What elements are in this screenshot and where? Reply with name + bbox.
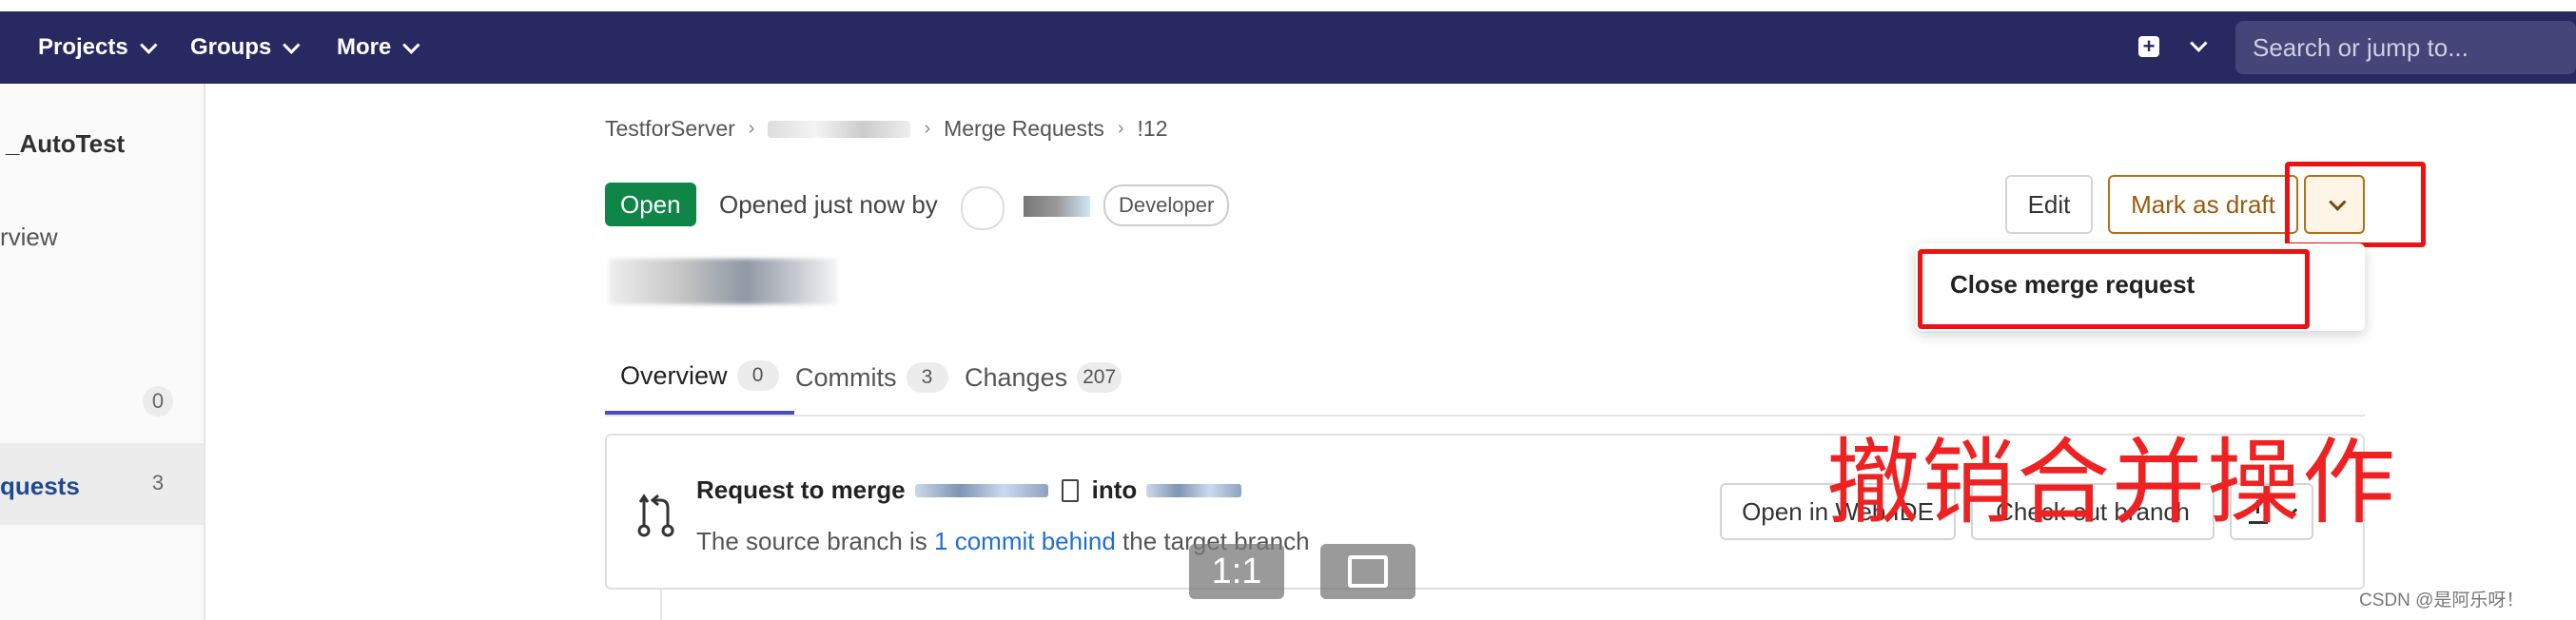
new-item-icon[interactable]: + (2138, 36, 2159, 57)
breadcrumb-separator-icon: › (748, 118, 755, 139)
tab-changes-count: 207 (1077, 362, 1122, 393)
tab-changes[interactable]: Changes 207 (965, 340, 1122, 415)
top-navbar: Projects Groups More + Search or jump to… (0, 11, 2576, 84)
viewer-actual-size-button[interactable]: 1:1 (1189, 544, 1284, 599)
author-name-redacted[interactable] (1024, 196, 1090, 217)
breadcrumb-separator-icon: › (924, 118, 931, 139)
tab-overview-count: 0 (736, 360, 779, 391)
status-badge: Open (605, 183, 696, 226)
request-to-merge-label: Request to merge (696, 475, 906, 504)
breadcrumb-current[interactable]: !12 (1138, 116, 1168, 142)
tab-commits-count: 3 (906, 362, 948, 393)
tab-overview-label: Overview (620, 360, 728, 390)
nav-projects[interactable]: Projects (38, 11, 158, 84)
chevron-down-icon (402, 35, 420, 54)
breadcrumb-separator-icon: › (1117, 118, 1124, 139)
merge-request-icon (637, 494, 674, 537)
nav-more-label: More (337, 34, 392, 60)
search-input[interactable]: Search or jump to... (2235, 21, 2576, 74)
watermark: CSDN @是阿乐呀！ (2359, 591, 2525, 610)
copy-icon[interactable] (1061, 478, 1079, 502)
timeline-line (660, 590, 662, 620)
tab-overview[interactable]: Overview 0 (605, 340, 794, 415)
request-to-merge-heading: Request to merge into (696, 475, 1251, 505)
nav-more[interactable]: More (337, 11, 420, 84)
viewer-fit-button[interactable] (1320, 544, 1415, 599)
breadcrumb-project-redacted[interactable] (768, 120, 911, 138)
into-label: into (1091, 475, 1138, 504)
target-branch-redacted[interactable] (1146, 483, 1242, 497)
nav-projects-label: Projects (38, 34, 128, 60)
edit-button[interactable]: Edit (2005, 175, 2093, 234)
annotation-highlight-caret (2285, 162, 2426, 247)
sidebar-item-merge-requests-label[interactable]: quests (0, 472, 80, 501)
role-badge: Developer (1103, 184, 1230, 226)
breadcrumb-root[interactable]: TestforServer (605, 116, 735, 142)
tab-changes-label: Changes (965, 362, 1068, 392)
branch-status-prefix: The source branch is (696, 527, 927, 555)
source-branch-redacted[interactable] (914, 483, 1048, 497)
search-placeholder: Search or jump to... (2253, 32, 2469, 62)
opened-by-text: Opened just now by (719, 190, 938, 219)
chevron-down-icon (139, 35, 158, 54)
breadcrumb-section[interactable]: Merge Requests (944, 116, 1104, 142)
chevron-down-icon[interactable] (2190, 34, 2208, 52)
tab-commits-label: Commits (795, 362, 897, 392)
chevron-down-icon (283, 35, 301, 54)
mark-as-draft-button[interactable]: Mark as draft (2108, 175, 2298, 234)
sidebar-item-overview[interactable]: rview (0, 223, 58, 252)
sidebar-project-title[interactable]: _AutoTest (6, 129, 125, 159)
sidebar-issues-count: 0 (143, 386, 173, 417)
sidebar: _AutoTest rview 0 quests 3 (0, 84, 205, 620)
fit-screen-icon (1348, 555, 1388, 588)
annotation-highlight-close (1918, 249, 2310, 329)
breadcrumb: TestforServer › › Merge Requests › !12 (605, 116, 1168, 142)
avatar[interactable] (961, 186, 1005, 230)
tab-commits[interactable]: Commits 3 (795, 340, 948, 415)
annotation-text: 撤销合并操作 (1826, 429, 2398, 537)
mr-title-redacted (609, 259, 837, 304)
commits-behind-link[interactable]: 1 commit behind (934, 527, 1116, 555)
mr-tabs: Overview 0 Commits 3 Changes 207 (605, 340, 2365, 417)
nav-groups[interactable]: Groups (190, 11, 301, 84)
sidebar-merge-requests-count: 3 (143, 468, 173, 498)
nav-groups-label: Groups (190, 34, 272, 60)
